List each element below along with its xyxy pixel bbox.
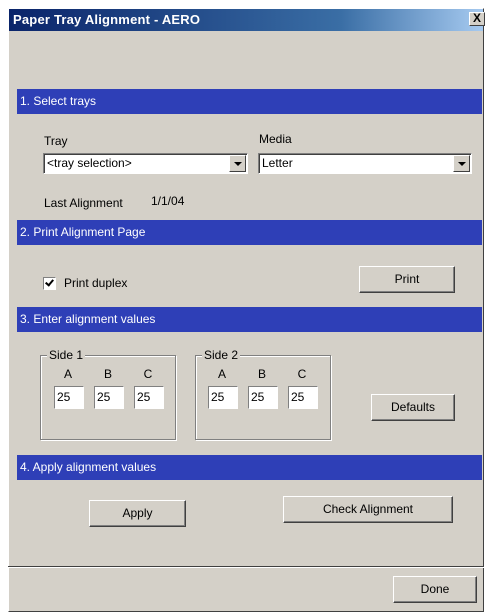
tray-label: Tray (44, 134, 68, 148)
title-bar: Paper Tray Alignment - AERO X (9, 9, 485, 31)
media-select[interactable]: Letter (258, 153, 472, 174)
media-select-value: Letter (262, 156, 293, 170)
side1-c-value: 25 (137, 390, 151, 404)
side1-col-b: B (103, 367, 112, 381)
section-enter-values: 3. Enter alignment values (17, 307, 482, 332)
done-button[interactable]: Done (393, 576, 477, 603)
print-button[interactable]: Print (359, 266, 455, 293)
side1-c-input[interactable]: 25 (134, 386, 164, 409)
side1-b-value: 25 (97, 390, 111, 404)
side2-c-input[interactable]: 25 (288, 386, 318, 409)
side1-col-a: A (63, 367, 72, 381)
section-print-alignment: 2. Print Alignment Page (17, 220, 482, 245)
last-alignment-label: Last Alignment (44, 196, 123, 210)
side2-col-c: C (297, 367, 307, 381)
chevron-down-icon[interactable] (453, 155, 470, 172)
section-select-trays: 1. Select trays (17, 89, 482, 114)
tray-select-value: <tray selection> (47, 156, 132, 170)
side2-a-value: 25 (211, 390, 225, 404)
side1-col-c: C (143, 367, 153, 381)
defaults-button[interactable]: Defaults (371, 394, 455, 421)
footer-divider (8, 566, 484, 568)
side2-a-input[interactable]: 25 (208, 386, 238, 409)
check-alignment-button[interactable]: Check Alignment (283, 496, 453, 523)
side2-title: Side 2 (202, 348, 241, 362)
side1-a-value: 25 (57, 390, 71, 404)
side2-col-b: B (257, 367, 266, 381)
media-label: Media (259, 132, 292, 146)
print-duplex-label: Print duplex (64, 276, 128, 290)
side1-b-input[interactable]: 25 (94, 386, 124, 409)
side1-a-input[interactable]: 25 (54, 386, 84, 409)
side2-b-value: 25 (251, 390, 265, 404)
side2-c-value: 25 (291, 390, 305, 404)
close-icon: X (472, 12, 481, 25)
last-alignment-value: 1/1/04 (151, 194, 185, 208)
window-title: Paper Tray Alignment - AERO (13, 12, 201, 27)
close-button[interactable]: X (469, 12, 485, 26)
apply-button[interactable]: Apply (89, 500, 186, 527)
side2-col-a: A (217, 367, 226, 381)
tray-select[interactable]: <tray selection> (43, 153, 248, 174)
side1-title: Side 1 (47, 348, 86, 362)
section-apply-values: 4. Apply alignment values (17, 455, 482, 480)
chevron-down-icon[interactable] (229, 155, 246, 172)
side2-b-input[interactable]: 25 (248, 386, 278, 409)
print-duplex-checkbox[interactable] (43, 277, 56, 290)
